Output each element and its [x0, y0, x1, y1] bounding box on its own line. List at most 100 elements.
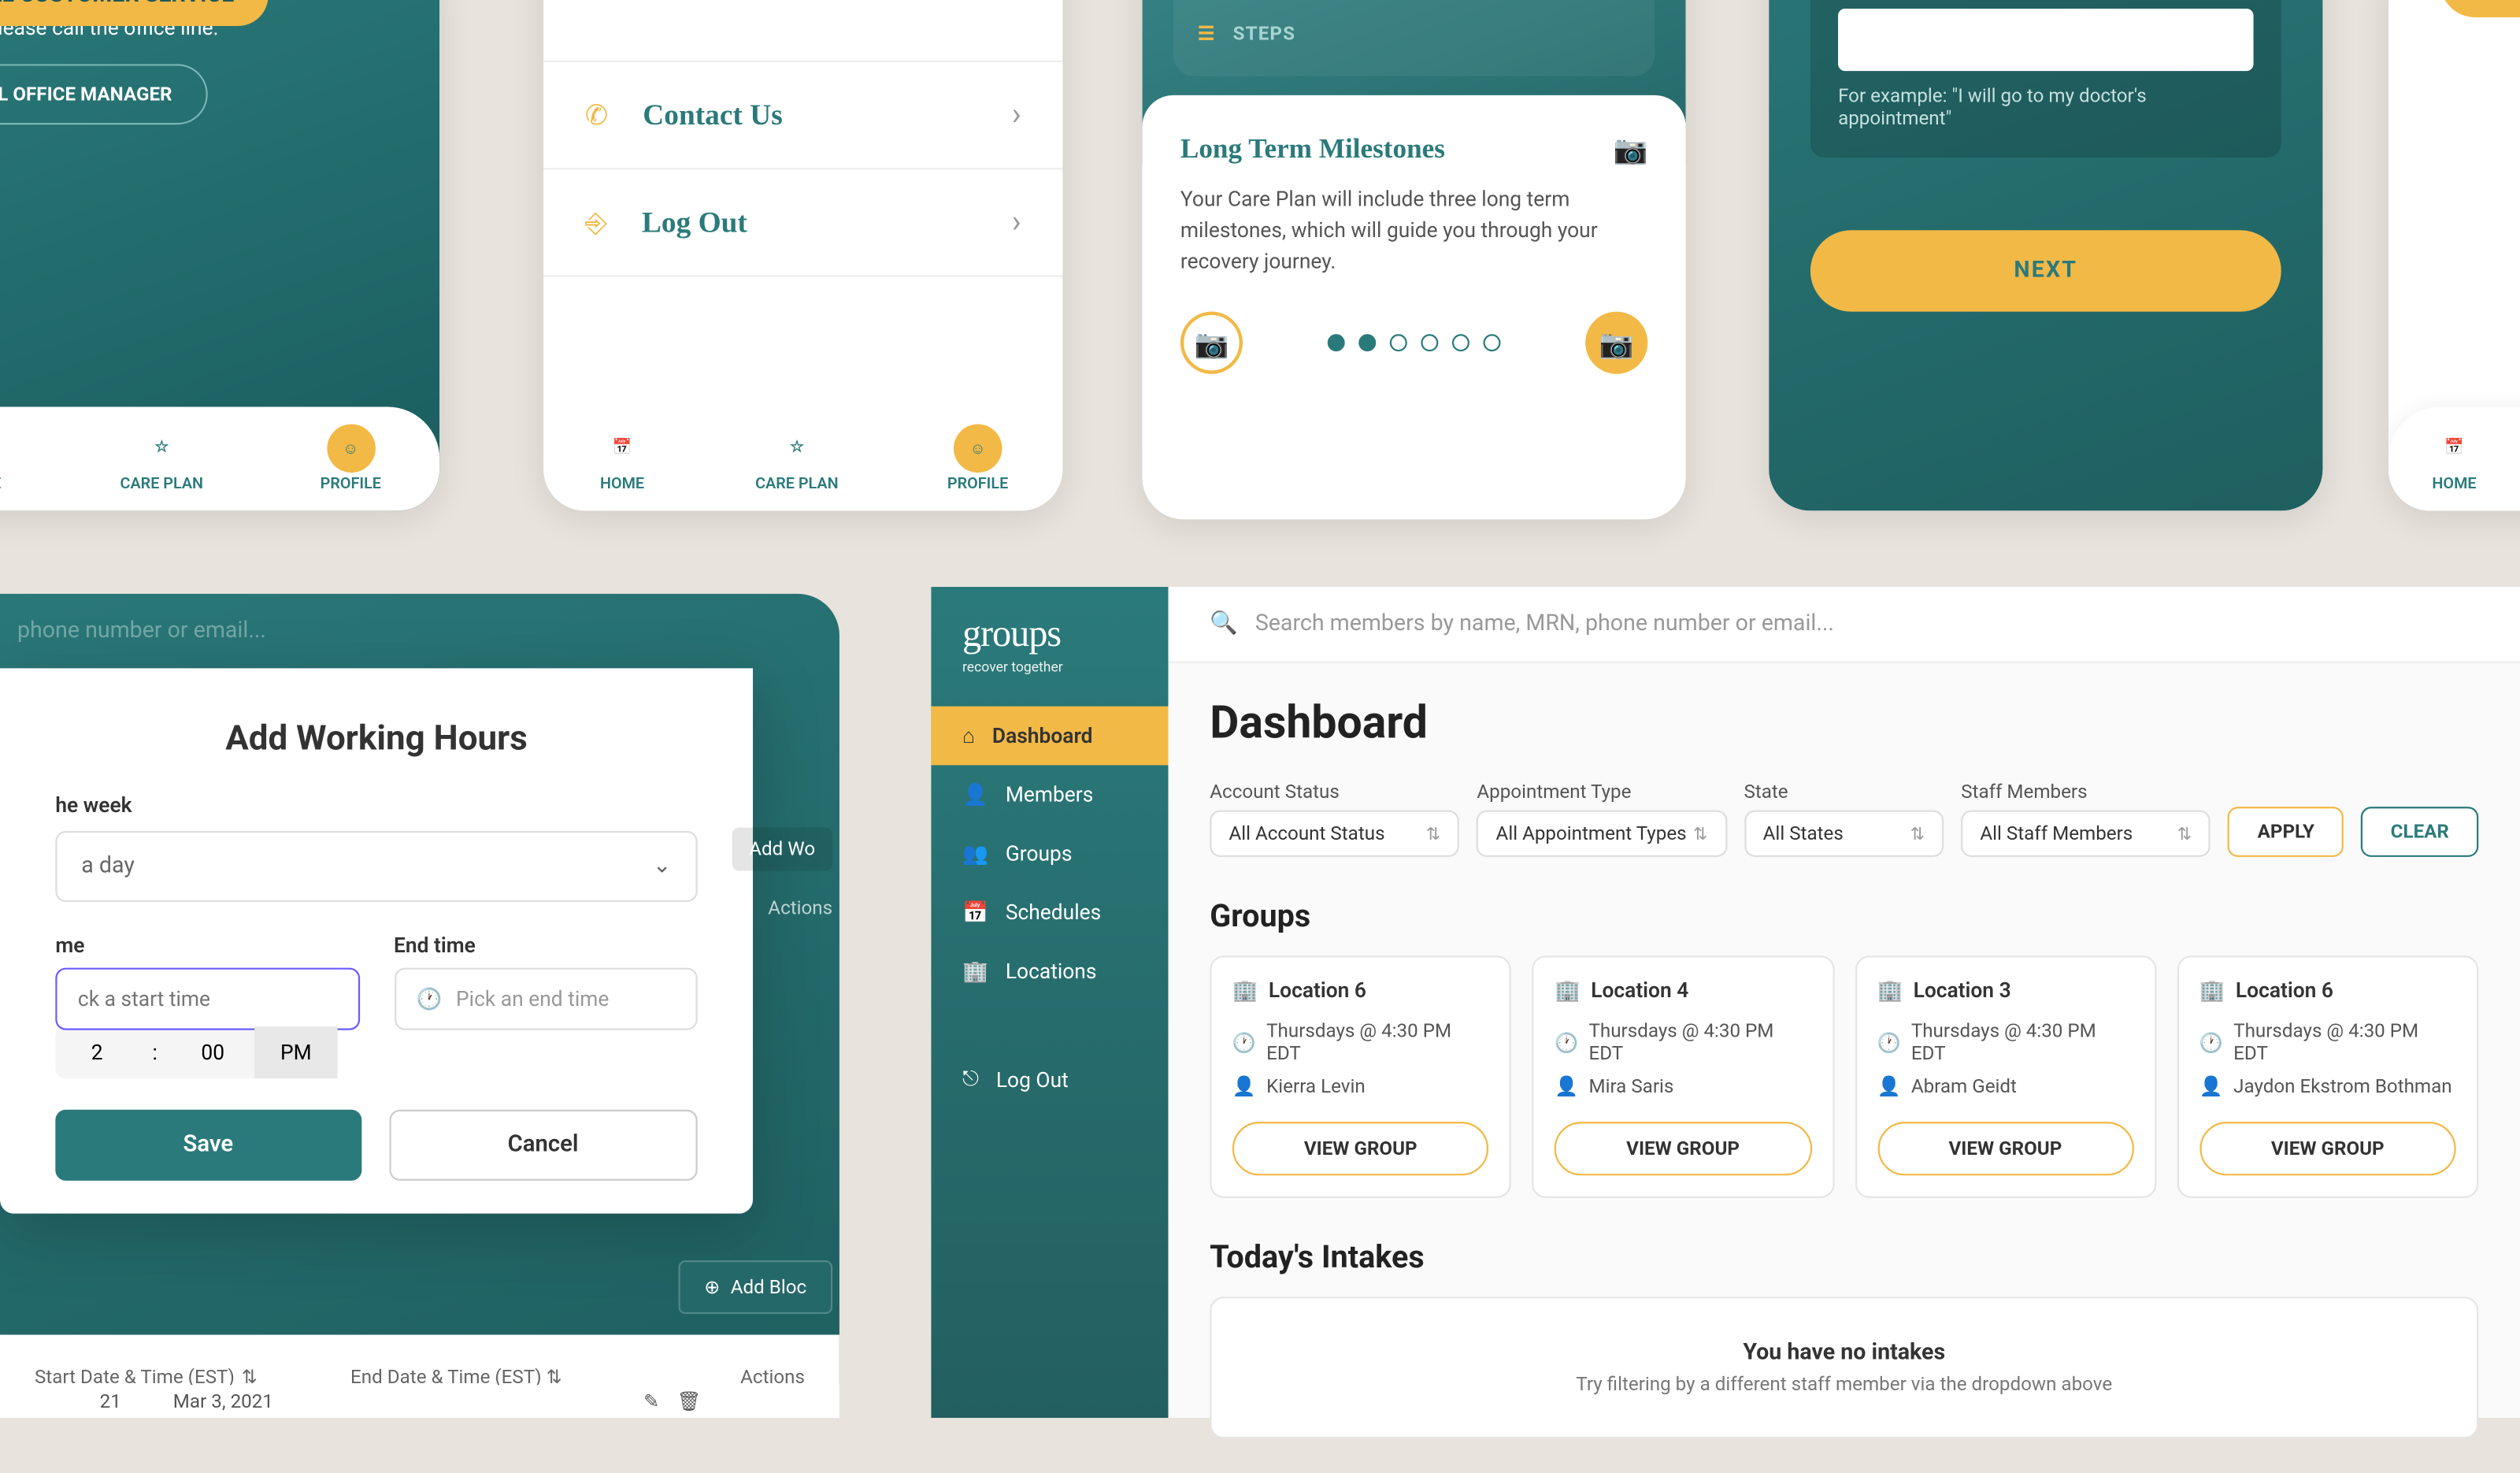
clear-button[interactable]: CLEAR — [2361, 807, 2478, 857]
nav-home[interactable]: 📅 HOME — [2430, 424, 2479, 493]
group-location: 🏢Location 6 — [1232, 978, 1489, 1003]
next-button[interactable]: NEXT — [1810, 230, 2281, 311]
call-customer-service-button[interactable]: ✆ CALL CUSTOMER SERVICE — [0, 0, 269, 26]
nav-profile[interactable]: ☺ PROFILE — [321, 424, 381, 493]
menu-log-out[interactable]: ⎆ Log Out › — [543, 169, 1062, 276]
camera-prev-button[interactable]: 📷 — [1180, 312, 1243, 374]
clock-icon: 🕐 — [1555, 1031, 1578, 1054]
group-location: 🏢Location 6 — [2199, 978, 2456, 1003]
menu-contact-us[interactable]: ✆ Contact Us › — [543, 61, 1062, 169]
day-select[interactable]: a day ⌄ — [55, 831, 697, 902]
row-date-2: Mar 3, 2021 — [173, 1390, 643, 1413]
view-group-button[interactable]: VIEW GROUP — [1555, 1122, 1811, 1175]
filter-appt-label: Appointment Type — [1477, 781, 1726, 803]
dot-2[interactable] — [1358, 334, 1376, 351]
view-group-button[interactable]: VIEW GROUP — [2199, 1122, 2456, 1175]
logo-tagline: recover together — [931, 656, 1168, 707]
door-icon: ⎆ — [585, 205, 607, 239]
sidebar-groups[interactable]: 👥 Groups — [931, 824, 1168, 883]
group-card: 🏢Location 3 🕐Thursdays @ 4:30 PM EDT 👤Ab… — [1855, 955, 2156, 1198]
nav-profile[interactable]: ☺ PROFILE — [947, 424, 1008, 493]
cancel-button[interactable]: Cancel — [388, 1110, 697, 1181]
filter-status-select[interactable]: All Account Status — [1210, 811, 1459, 857]
updown-icon — [1910, 822, 1925, 845]
updown-icon — [1426, 822, 1440, 845]
camera-icon: 📷 — [1614, 133, 1648, 166]
chevron-right-icon: › — [1012, 97, 1021, 133]
actions-header: Actions — [768, 896, 832, 919]
building-icon: 🏢 — [1555, 978, 1581, 1003]
dot-6[interactable] — [1484, 334, 1501, 351]
page-title: Dashboard — [1210, 698, 2478, 750]
start-time-input[interactable] — [55, 968, 359, 1030]
user-icon: 👤 — [1555, 1075, 1578, 1098]
time-picker[interactable]: 2 : 00 PM — [55, 1026, 337, 1078]
dot-1[interactable] — [1328, 334, 1345, 351]
apply-button[interactable]: APPLY — [2228, 807, 2344, 857]
group-card: 🏢Location 6 🕐Thursdays @ 4:30 PM EDT 👤Ja… — [2177, 955, 2478, 1198]
intakes-empty-state: You have no intakes Try filtering by a d… — [1210, 1297, 2478, 1438]
logo: groups — [931, 611, 1168, 656]
dot-3[interactable] — [1390, 334, 1407, 351]
group-time: 🕐Thursdays @ 4:30 PM EDT — [1555, 1020, 1811, 1065]
nav-care-plan[interactable]: ☆ CARE PLAN — [755, 424, 839, 493]
empty-subtext: Try filtering by a different staff membe… — [1253, 1373, 2435, 1396]
filter-state-select[interactable]: All States — [1744, 811, 1944, 857]
calendar-icon: 📅 — [962, 900, 988, 925]
save-button[interactable]: Save — [55, 1110, 361, 1181]
search-placeholder: Search members by name, MRN, phone numbe… — [1255, 611, 1834, 637]
add-working-hours-button[interactable]: Add Wo — [732, 828, 832, 871]
sidebar-locations[interactable]: 🏢 Locations — [931, 942, 1168, 1001]
star-icon: ☆ — [138, 424, 187, 473]
desktop-schedule-panel: phone number or email... Add Working Hou… — [0, 594, 839, 1418]
group-card: 🏢Location 4 🕐Thursdays @ 4:30 PM EDT 👤Mi… — [1532, 955, 1834, 1198]
row-date-1: 21 — [35, 1390, 173, 1413]
edit-icon[interactable]: ✎ — [643, 1390, 659, 1413]
building-icon: 🏢 — [2199, 978, 2225, 1003]
calendar-icon: 📅 — [598, 424, 647, 473]
clock-icon: 🕐 — [2199, 1031, 2223, 1054]
view-group-button[interactable]: VIEW GROUP — [1877, 1122, 2134, 1175]
search-bar[interactable]: 🔍 Search members by name, MRN, phone num… — [1169, 587, 2520, 663]
start-time-label: me — [55, 933, 359, 958]
empty-heading: You have no intakes — [1253, 1340, 2435, 1366]
home-icon: ⌂ — [962, 724, 975, 748]
delete-icon[interactable]: 🗑 — [676, 1390, 701, 1413]
phone-menu: ✆ Contact Us › ⎆ Log Out › 📅 HOME ☆ CARE… — [543, 0, 1062, 510]
sidebar-members[interactable]: 👤 Members — [931, 765, 1168, 824]
users-icon: 👥 — [962, 841, 988, 866]
nav-home[interactable]: 📅 HOME — [0, 424, 3, 493]
nav-home[interactable]: 📅 HOME — [598, 424, 647, 493]
building-icon: 🏢 — [1232, 978, 1258, 1003]
filter-appt-select[interactable]: All Appointment Types — [1477, 811, 1726, 857]
phone-right-partial: 📅 HOME What t — [2388, 0, 2520, 510]
cs-label: CALL CUSTOMER SERVICE — [0, 0, 234, 9]
search-icon: 🔍 — [1210, 611, 1238, 637]
dot-5[interactable] — [1452, 334, 1469, 351]
filter-staff-select[interactable]: All Staff Members — [1961, 811, 2211, 857]
intakes-heading: Today's Intakes — [1210, 1240, 2478, 1276]
updown-icon — [1693, 822, 1707, 845]
add-block-button[interactable]: ⊕ Add Bloc — [678, 1260, 832, 1314]
dot-4[interactable] — [1421, 334, 1438, 351]
phone-profile-support: ✆ CALL CUSTOMER SERVICE OFFICE MANAGER y… — [0, 0, 439, 510]
user-icon: 👤 — [2199, 1075, 2223, 1098]
calendar-icon: 📅 — [0, 424, 3, 473]
task-input[interactable] — [1838, 9, 2253, 71]
sidebar-logout[interactable]: ⎋ Log Out — [931, 1049, 1168, 1110]
om-label: CALL OFFICE MANAGER — [0, 83, 172, 106]
updown-icon — [2177, 822, 2192, 845]
steps-row: ☰ STEPS — [1191, 9, 1637, 59]
view-group-button[interactable]: VIEW GROUP — [1232, 1122, 1489, 1175]
sidebar-schedules[interactable]: 📅 Schedules — [931, 883, 1168, 942]
group-person: 👤Kierra Levin — [1232, 1075, 1489, 1098]
end-time-input[interactable]: 🕐 Pick an end time — [394, 968, 698, 1030]
call-office-manager-button[interactable]: ✆ CALL OFFICE MANAGER — [0, 64, 209, 124]
camera-next-button[interactable]: 📷 — [1585, 312, 1647, 374]
user-icon: 👤 — [1877, 1075, 1901, 1098]
sidebar-dashboard[interactable]: ⌂ Dashboard — [931, 707, 1168, 766]
week-label: he week — [55, 793, 697, 818]
dashboard-app: groups recover together ⌂ Dashboard 👤 Me… — [931, 587, 2520, 1418]
goal-row: ★ GOAL — [1191, 0, 1637, 9]
nav-care-plan[interactable]: ☆ CARE PLAN — [120, 424, 204, 493]
